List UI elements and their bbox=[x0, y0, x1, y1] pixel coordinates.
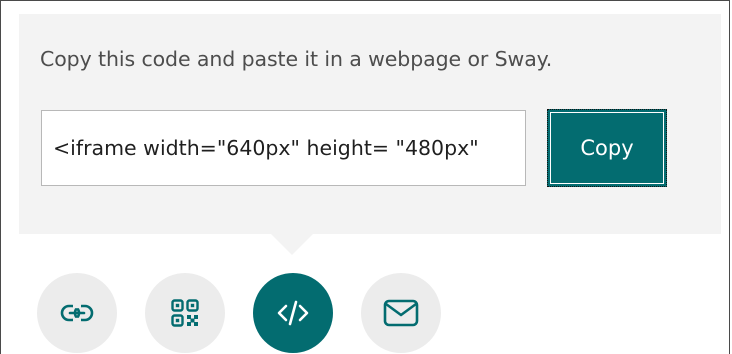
copy-button[interactable]: Copy bbox=[547, 109, 667, 187]
share-link-button[interactable] bbox=[37, 273, 117, 353]
qr-code-icon bbox=[171, 299, 199, 327]
embed-code-field[interactable] bbox=[41, 110, 526, 186]
share-qr-code-button[interactable] bbox=[145, 273, 225, 353]
share-email-button[interactable] bbox=[361, 273, 441, 353]
panel-pointer bbox=[270, 233, 314, 255]
embed-instruction-text: Copy this code and paste it in a webpage… bbox=[40, 47, 553, 71]
link-icon bbox=[60, 303, 94, 323]
embed-code-icon bbox=[277, 300, 309, 326]
share-embed-window: Copy this code and paste it in a webpage… bbox=[0, 0, 730, 354]
email-icon bbox=[383, 299, 419, 327]
share-embed-button[interactable] bbox=[253, 273, 333, 353]
